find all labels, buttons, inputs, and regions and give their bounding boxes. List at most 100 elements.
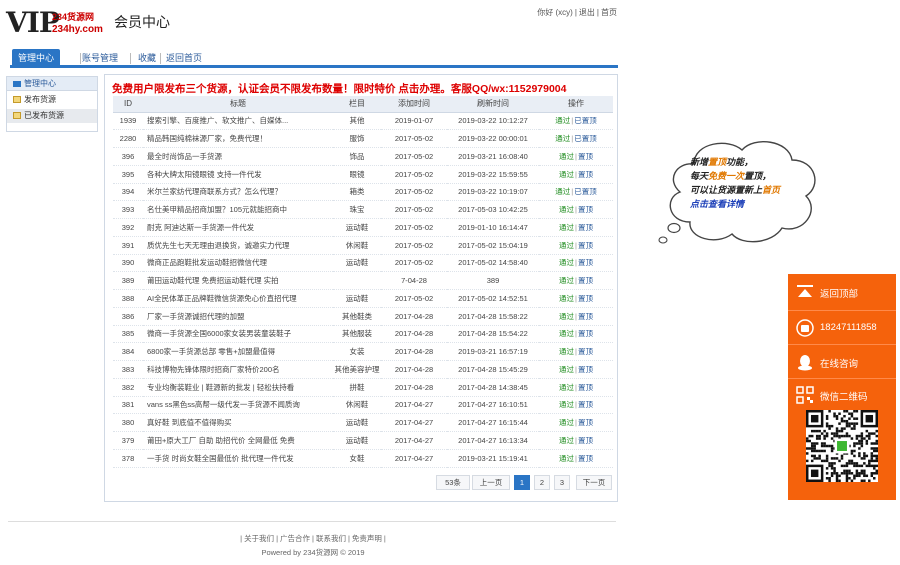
approve-link[interactable]: 通过 xyxy=(555,134,570,143)
cell-category: 珠宝 xyxy=(333,200,381,219)
cell-title[interactable]: 莆田+原大工厂 自助 助招代价 全网最低 免费 xyxy=(143,431,333,450)
pin-top-link[interactable]: 置顶 xyxy=(578,241,593,250)
pin-top-link[interactable]: 置顶 xyxy=(578,383,593,392)
home-link[interactable]: 首页 xyxy=(601,8,617,17)
cell-actions: 通过|置顶 xyxy=(539,271,613,290)
pin-top-link[interactable]: 置顶 xyxy=(578,205,593,214)
back-to-top-button[interactable]: 返回顶部 xyxy=(788,274,896,310)
approve-link[interactable]: 通过 xyxy=(559,152,574,161)
col-refreshed: 刷新时间 xyxy=(447,96,539,113)
pin-top-link[interactable]: 置顶 xyxy=(578,436,593,445)
cell-title[interactable]: 米尔兰家纺代理商联系方式？怎么代理？ xyxy=(143,183,333,202)
cell-title[interactable]: AI全民体革正品牌鞋微信货源免心价直招代理 xyxy=(143,289,333,308)
pin-top-link[interactable]: 置顶 xyxy=(578,152,593,161)
cell-title[interactable]: 搜索引擎、百度推广、软文推广、自媒体... xyxy=(143,112,333,131)
approve-link[interactable]: 通过 xyxy=(559,205,574,214)
approve-link[interactable]: 通过 xyxy=(559,418,574,427)
pin-top-link[interactable]: 已置顶 xyxy=(574,116,597,125)
cell-added: 2017-04-28 xyxy=(381,325,447,344)
footer-ads[interactable]: 广告合作 xyxy=(280,534,310,543)
cell-title[interactable]: 专业均衡装鞋业 | 鞋源新的批发 | 轻松扶持看 xyxy=(143,378,333,397)
approve-link[interactable]: 通过 xyxy=(559,294,574,303)
logo-site-domain: 234hy.com xyxy=(52,24,103,35)
pin-top-link[interactable]: 置顶 xyxy=(578,170,593,179)
cell-title[interactable]: 莆田运动鞋代理 免费招运动鞋代理 实拍 xyxy=(143,271,333,290)
approve-link[interactable]: 通过 xyxy=(559,241,574,250)
pager-page-1[interactable]: 1 xyxy=(514,475,530,490)
cell-title[interactable]: 真好鞋 到底值不值得购买 xyxy=(143,413,333,432)
cell-title[interactable]: 耐克 阿迪达斯一手货源一件代发 xyxy=(143,218,333,237)
approve-link[interactable]: 通过 xyxy=(559,436,574,445)
cell-title[interactable]: 微商一手货源全国6000家女装男装童装鞋子 xyxy=(143,325,333,344)
pin-top-link[interactable]: 置顶 xyxy=(578,454,593,463)
cell-title[interactable]: 精品韩国纯棉袜源厂家，免费代理！ xyxy=(143,129,333,148)
cell-title[interactable]: 一手货 时尚女鞋全国最低价 批代理一件代发 xyxy=(143,449,333,468)
table-header-row: ID 标题 栏目 添加时间 刷新时间 操作 xyxy=(113,96,613,113)
cell-title[interactable]: 最全时尚饰品一手货源 xyxy=(143,147,333,166)
pin-top-link[interactable]: 置顶 xyxy=(578,365,593,374)
cell-title[interactable]: 厂家一手货源诚招代理的加盟 xyxy=(143,307,333,326)
cell-id: 2280 xyxy=(113,129,143,148)
cell-title[interactable]: vans ss黑色ss高帮一级代发一手货源不闻质询 xyxy=(143,396,333,415)
footer-contact[interactable]: 联系我们 xyxy=(316,534,346,543)
approve-link[interactable]: 通过 xyxy=(555,187,570,196)
cell-id: 393 xyxy=(113,200,143,219)
approve-link[interactable]: 通过 xyxy=(559,223,574,232)
tab-back-home[interactable]: 返回首页 xyxy=(160,49,208,68)
pin-top-link[interactable]: 置顶 xyxy=(578,276,593,285)
site-logo[interactable]: VIP 234货源网 234hy.com xyxy=(6,6,104,40)
cell-title[interactable]: 微商正品跑鞋批发运动鞋招微信代理 xyxy=(143,254,333,273)
tab-account[interactable]: 账号管理 xyxy=(76,49,124,68)
footer-disclaimer[interactable]: 免责声明 xyxy=(352,534,382,543)
pin-top-link[interactable]: 置顶 xyxy=(578,329,593,338)
cell-title[interactable]: 各种大牌太阳镜眼镜 支持一件代发 xyxy=(143,165,333,184)
cell-id: 388 xyxy=(113,289,143,308)
cell-title[interactable]: 名仕美甲精品招商加盟？105元就能招商中 xyxy=(143,200,333,219)
approve-link[interactable]: 通过 xyxy=(559,276,574,285)
cell-id: 392 xyxy=(113,218,143,237)
col-actions: 操作 xyxy=(539,96,613,113)
approve-link[interactable]: 通过 xyxy=(559,312,574,321)
pin-top-link[interactable]: 置顶 xyxy=(578,312,593,321)
side-item-publish[interactable]: 发布货源 xyxy=(7,93,97,107)
pin-top-link[interactable]: 已置顶 xyxy=(574,187,597,196)
side-item-published-list[interactable]: 已发布货源 xyxy=(7,109,97,123)
pin-top-link[interactable]: 已置顶 xyxy=(574,134,597,143)
cell-title[interactable]: 质优先生七天无理由退换货，诚邀实力代理 xyxy=(143,236,333,255)
cell-added: 2017-05-02 xyxy=(381,147,447,166)
pin-top-link[interactable]: 置顶 xyxy=(578,347,593,356)
table-row: 394 米尔兰家纺代理商联系方式？怎么代理？ 箱类 2017-05-02 2019-03… xyxy=(113,183,613,202)
pager-prev[interactable]: 上一页 xyxy=(472,475,510,490)
tab-management-center[interactable]: 管理中心 xyxy=(12,49,61,68)
pin-top-link[interactable]: 置顶 xyxy=(578,294,593,303)
cell-title[interactable]: 科技博物先锋体限时招商厂家特价200名 xyxy=(143,360,333,379)
approve-link[interactable]: 通过 xyxy=(555,116,570,125)
wechat-qr-code xyxy=(806,410,878,482)
approve-link[interactable]: 通过 xyxy=(559,347,574,356)
footer-about[interactable]: 关于我们 xyxy=(244,534,274,543)
cell-category: 服饰 xyxy=(333,129,381,148)
pin-top-link[interactable]: 置顶 xyxy=(578,400,593,409)
pin-top-link[interactable]: 置顶 xyxy=(578,418,593,427)
approve-link[interactable]: 通过 xyxy=(559,383,574,392)
pager-next[interactable]: 下一页 xyxy=(576,475,612,490)
online-consult-button[interactable]: 在线咨询 xyxy=(788,344,896,378)
approve-link[interactable]: 通过 xyxy=(559,258,574,267)
approve-link[interactable]: 通过 xyxy=(559,170,574,179)
approve-link[interactable]: 通过 xyxy=(559,329,574,338)
pin-top-link[interactable]: 置顶 xyxy=(578,223,593,232)
pager-page-2[interactable]: 2 xyxy=(534,475,550,490)
cell-category: 眼镜 xyxy=(333,165,381,184)
phone-contact[interactable]: 18247111858 xyxy=(788,310,896,344)
cell-title[interactable]: 6800家一手货源总部 零售+加盟最值得 xyxy=(143,342,333,361)
cloud-promo-text[interactable]: 新增置顶功能， 每天免费一次置顶， 可以让货源置新上首页 点击查看详情 xyxy=(690,156,816,212)
approve-link[interactable]: 通过 xyxy=(559,400,574,409)
approve-link[interactable]: 通过 xyxy=(559,454,574,463)
tab-favorites[interactable]: 收藏 xyxy=(132,49,162,68)
pin-top-link[interactable]: 置顶 xyxy=(578,258,593,267)
promo-banner[interactable]: 免费用户限发布三个货源，认证会员不限发布数量！限时特价 点击办理。客服QQ/wx… xyxy=(112,81,567,96)
pager-page-3[interactable]: 3 xyxy=(554,475,570,490)
logout-link[interactable]: 退出 xyxy=(579,8,595,17)
tab-bar: 管理中心 账号管理 收藏 返回首页 xyxy=(10,46,618,68)
approve-link[interactable]: 通过 xyxy=(559,365,574,374)
